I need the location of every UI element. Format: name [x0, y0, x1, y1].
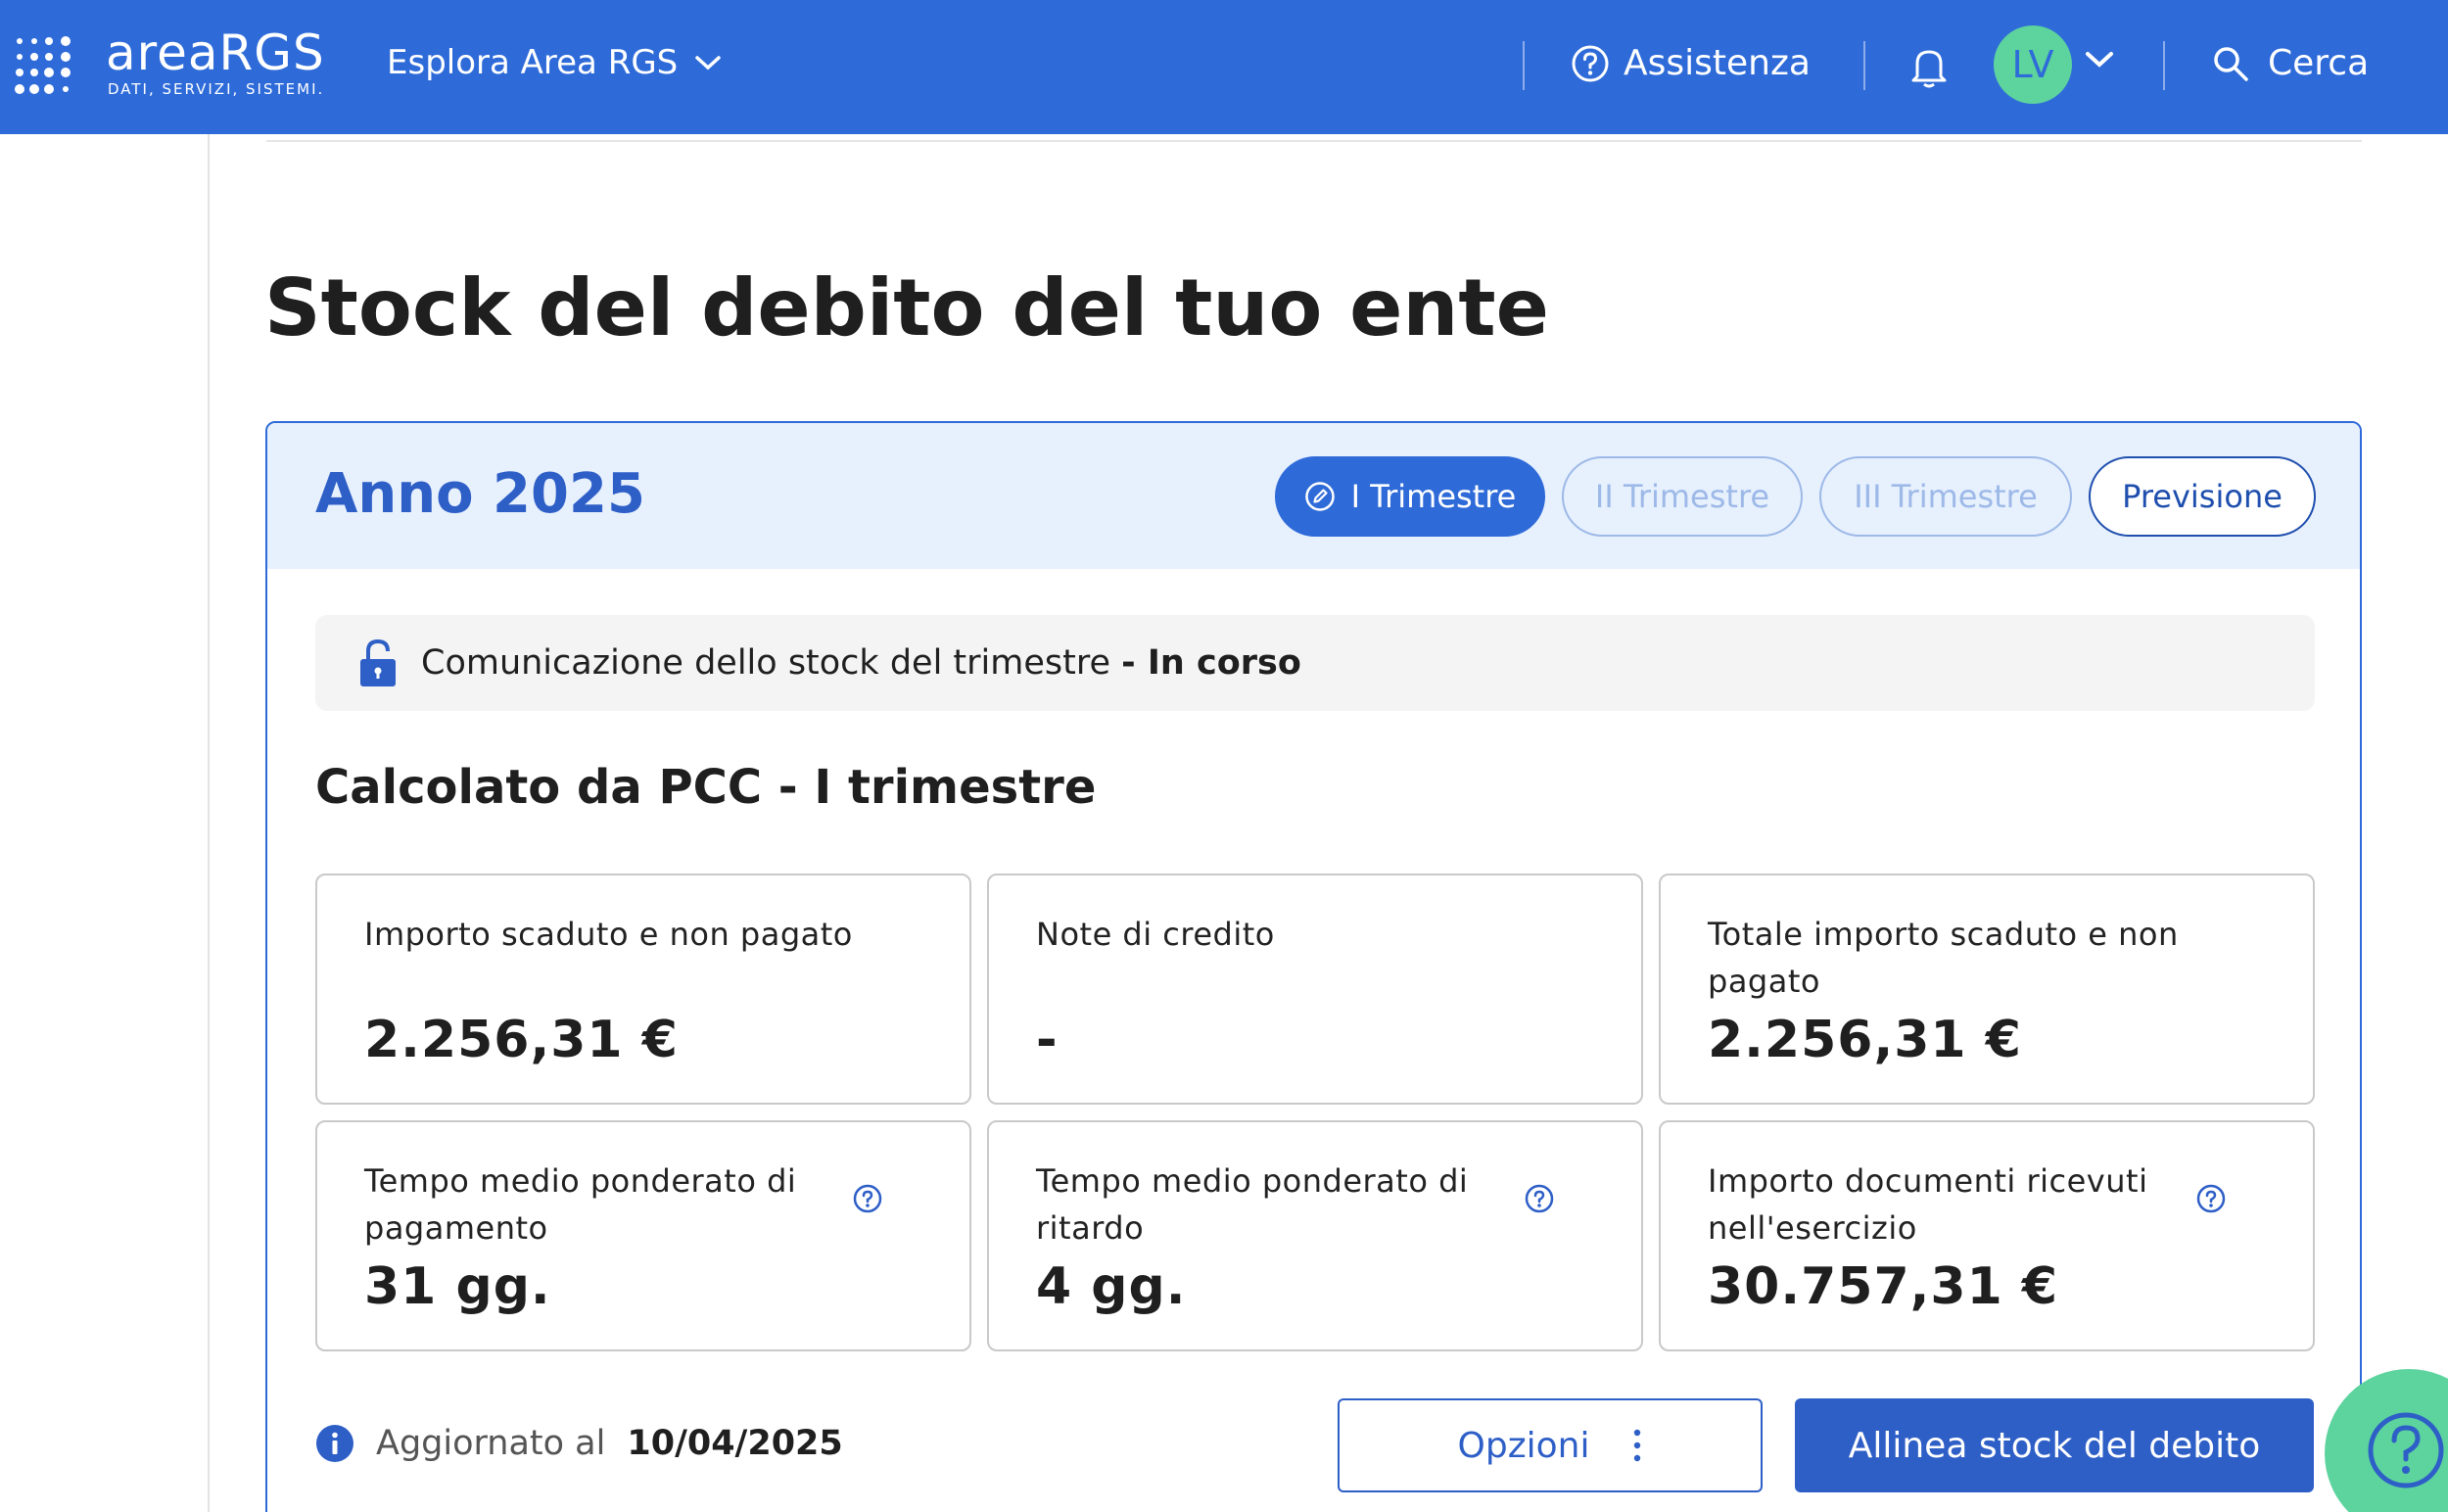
tab-previsione[interactable]: Previsione: [2089, 456, 2316, 537]
page-title: Stock del debito del tuo ente: [264, 262, 1549, 354]
options-button[interactable]: Opzioni: [1338, 1398, 1763, 1492]
explore-menu-label: Esplora Area RGS: [387, 43, 679, 82]
metric-value: 2.256,31 €: [1708, 1011, 2022, 1069]
tab-label: I Trimestre: [1350, 478, 1517, 515]
chevron-down-icon[interactable]: [2084, 49, 2115, 71]
metric-value: -: [1036, 1011, 1059, 1069]
metric-tempo-pagamento: Tempo medio ponderato di pagamento 31 gg…: [315, 1120, 971, 1351]
search-icon: [2214, 46, 2248, 81]
metric-note-credito: Note di credito -: [987, 874, 1643, 1105]
metric-value: 4 gg.: [1036, 1257, 1187, 1316]
last-updated-label: Aggiornato al: [376, 1424, 606, 1463]
metric-totale-importo: Totale importo scaduto e non pagato 2.25…: [1659, 874, 2315, 1105]
metric-label: Importo scaduto e non pagato: [364, 916, 853, 953]
metric-value: 2.256,31 €: [364, 1011, 679, 1069]
metric-label: Tempo medio ponderato di pagamento: [364, 1162, 797, 1247]
question-circle-icon: [1572, 45, 1609, 81]
debt-stock-card: Anno 2025 I Trimestre II Trimestre III T…: [265, 421, 2362, 1512]
sidebar-divider: [208, 134, 210, 1512]
grid-dots-icon: [15, 36, 71, 94]
metric-label: Tempo medio ponderato di ritardo: [1036, 1162, 1469, 1247]
tab-label: Previsione: [2122, 478, 2283, 515]
chevron-down-icon: [695, 56, 722, 71]
header-divider: [1523, 41, 1525, 90]
info-icon: [316, 1425, 353, 1462]
tab-ii-trimestre[interactable]: II Trimestre: [1562, 456, 1803, 537]
metric-value: 31 gg.: [364, 1257, 551, 1316]
pencil-circle-icon: [1304, 482, 1335, 511]
section-title: Calcolato da PCC - I trimestre: [315, 760, 1097, 815]
brand-tagline: DATI, SERVIZI, SISTEMI.: [108, 80, 325, 98]
card-header: Anno 2025 I Trimestre II Trimestre III T…: [267, 423, 2360, 569]
tab-i-trimestre[interactable]: I Trimestre: [1275, 456, 1545, 537]
bell-icon[interactable]: [1909, 45, 1949, 88]
tab-label: III Trimestre: [1854, 478, 2038, 515]
metric-importo-scaduto: Importo scaduto e non pagato 2.256,31 €: [315, 874, 971, 1105]
align-debt-stock-button[interactable]: Allinea stock del debito: [1795, 1398, 2314, 1492]
year-title: Anno 2025: [315, 462, 645, 526]
metric-importo-documenti: Importo documenti ricevuti nell'esercizi…: [1659, 1120, 2315, 1351]
question-circle-icon[interactable]: [2195, 1183, 2227, 1214]
tab-label: II Trimestre: [1594, 478, 1770, 515]
metric-label: Totale importo scaduto e non pagato: [1708, 916, 2179, 1000]
question-circle-icon[interactable]: [852, 1183, 883, 1214]
search-label: Cerca: [2268, 43, 2370, 83]
status-label: Comunicazione dello stock del trimestre: [421, 643, 1110, 683]
section-divider: [266, 140, 2362, 142]
metric-value: 30.757,31 €: [1708, 1257, 2059, 1316]
user-avatar[interactable]: LV: [1994, 25, 2072, 104]
help-link[interactable]: Assistenza: [1571, 43, 1811, 83]
header-divider: [1863, 41, 1865, 90]
metric-label: Note di credito: [1036, 916, 1275, 953]
metric-tempo-ritardo: Tempo medio ponderato di ritardo 4 gg.: [987, 1120, 1643, 1351]
top-navigation-bar: areaRGS DATI, SERVIZI, SISTEMI. Esplora …: [0, 0, 2448, 134]
explore-menu[interactable]: Esplora Area RGS: [387, 43, 723, 82]
status-value: - In corso: [1121, 643, 1301, 683]
question-circle-icon: [2368, 1412, 2444, 1488]
status-text: Comunicazione dello stock del trimestre …: [421, 643, 1301, 683]
metric-label: Importo documenti ricevuti nell'esercizi…: [1708, 1162, 2148, 1247]
search-button[interactable]: Cerca: [2211, 43, 2369, 83]
lock-open-icon: [360, 638, 396, 686]
question-circle-icon[interactable]: [1524, 1183, 1555, 1214]
quarter-status-banner: Comunicazione dello stock del trimestre …: [315, 615, 2315, 711]
last-updated: Aggiornato al 10/04/2025: [315, 1424, 843, 1463]
brand-logo[interactable]: areaRGS: [106, 25, 325, 80]
last-updated-date: 10/04/2025: [627, 1424, 843, 1463]
tab-iii-trimestre[interactable]: III Trimestre: [1819, 456, 2072, 537]
help-label: Assistenza: [1624, 43, 1811, 83]
header-divider: [2163, 41, 2165, 90]
kebab-icon: [1634, 1429, 1641, 1462]
options-button-label: Opzioni: [1457, 1425, 1590, 1466]
